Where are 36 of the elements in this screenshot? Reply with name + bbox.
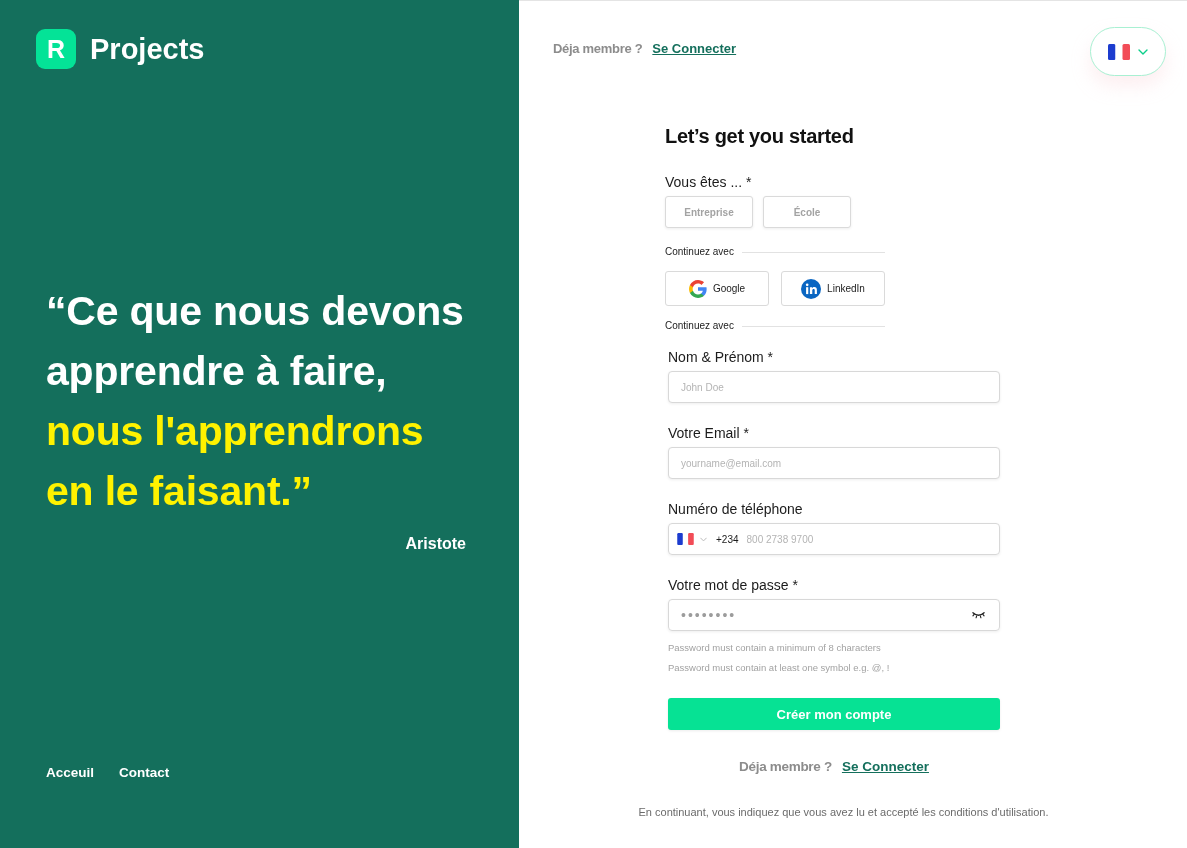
footer-link[interactable]: Contact <box>119 764 170 782</box>
text-input[interactable]: John Doe <box>668 371 1000 403</box>
chevron-down-icon <box>1138 48 1148 55</box>
terms-text: En continuant, vous indiquez que vous avez lu et accepté les conditions d'utilisation. <box>638 805 1049 820</box>
field-label: Nom & Prénom * <box>668 348 774 366</box>
google-icon <box>688 279 707 298</box>
form-title: Let’s get you started <box>665 124 854 148</box>
phone-field[interactable]: +234 800 2738 9700 <box>668 523 1000 555</box>
quote-text: “Ce que nous devons apprendre à faire, nous l'apprendrons en le faisant.” <box>46 287 465 516</box>
quote-author: Aristote <box>405 535 466 553</box>
field-label: Votre Email * <box>668 424 749 442</box>
brand-logo: R <box>36 29 76 69</box>
field-label: Vous êtes ... * <box>665 173 752 191</box>
member-prompt: Déja membre ? <box>553 40 643 57</box>
field-label: Votre mot de passe * <box>668 576 798 594</box>
social-login-button[interactable]: Google <box>665 271 769 306</box>
phone-input[interactable]: 800 2738 9700 <box>746 531 987 547</box>
password-hint: Password must contain a minimum of 8 characters <box>668 641 881 655</box>
footer-link[interactable]: Acceuil <box>46 764 95 782</box>
flag-icon <box>677 533 694 545</box>
divider-label: Continuez avec <box>665 320 734 332</box>
brand-name: Projects <box>90 32 205 66</box>
sign-in-link[interactable]: Se Connecter <box>841 758 929 776</box>
flag-icon <box>1108 43 1130 60</box>
field-label: Numéro de téléphone <box>668 500 803 518</box>
member-prompt: Déja membre ? <box>739 758 832 776</box>
sign-in-link[interactable]: Se Connecter <box>652 40 737 57</box>
dial-code: +234 <box>716 533 739 545</box>
social-login-button[interactable]: LinkedIn <box>781 271 885 306</box>
divider-label: Continuez avec <box>665 246 734 258</box>
eye-closed-icon[interactable] <box>972 611 985 619</box>
linkedin-icon <box>801 278 822 299</box>
chevron-down-icon <box>700 536 707 542</box>
text-input[interactable]: yourname@email.com <box>668 447 1000 479</box>
language-selector[interactable] <box>1090 27 1166 76</box>
password-hint: Password must contain at least one symbol e.g. @, ! <box>668 661 890 675</box>
